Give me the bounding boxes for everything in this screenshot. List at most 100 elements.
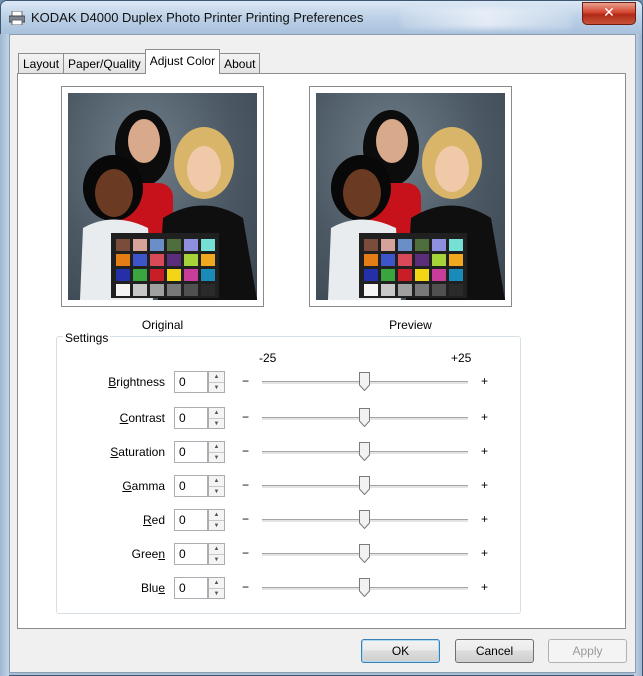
close-icon: ✕	[603, 5, 615, 21]
gamma-spinner[interactable]: ▲ ▼	[208, 475, 225, 497]
label-text-pre: Gree	[131, 547, 159, 561]
tab-layout[interactable]: Layout	[18, 53, 65, 74]
minus-label: −	[242, 478, 250, 492]
brightness-spinner[interactable]: ▲ ▼	[208, 371, 225, 393]
spin-up-icon[interactable]: ▲	[209, 442, 224, 452]
setting-row-red: Red 0 ▲ ▼ − +	[0, 509, 643, 533]
setting-label: Green	[132, 547, 165, 561]
plus-label: +	[481, 580, 489, 594]
spin-down-icon[interactable]: ▼	[209, 486, 224, 497]
scale-max-label: +25	[451, 351, 472, 365]
red-slider-thumb[interactable]	[359, 510, 370, 529]
label-accelerator: R	[142, 513, 152, 527]
saturation-value-input[interactable]: 0	[174, 441, 208, 463]
title-bar-glare	[401, 7, 571, 29]
setting-row-green: Green 0 ▲ ▼ − +	[0, 543, 643, 567]
green-slider-thumb[interactable]	[359, 544, 370, 563]
window-title: KODAK D4000 Duplex Photo Printer Printin…	[31, 10, 364, 25]
preview-image-frame	[309, 86, 512, 307]
gamma-value-input[interactable]: 0	[174, 475, 208, 497]
original-photo	[68, 93, 257, 300]
red-spinner[interactable]: ▲ ▼	[208, 509, 225, 531]
saturation-slider-thumb[interactable]	[359, 442, 370, 461]
setting-label: Blue	[141, 581, 165, 595]
cancel-button[interactable]: Cancel	[455, 639, 534, 663]
label-accelerator: G	[122, 479, 132, 493]
plus-label: +	[481, 478, 489, 492]
blue-spinner[interactable]: ▲ ▼	[208, 577, 225, 599]
original-image-frame	[61, 86, 264, 307]
green-spinner[interactable]: ▲ ▼	[208, 543, 225, 565]
preview-caption: Preview	[389, 318, 432, 332]
plus-label: +	[481, 444, 489, 458]
contrast-slider-thumb[interactable]	[359, 408, 370, 427]
minus-label: −	[242, 410, 250, 424]
blue-slider-thumb[interactable]	[359, 578, 370, 597]
label-text-post: rightness	[116, 375, 165, 389]
label-accelerator: C	[119, 411, 129, 425]
setting-label: Brightness	[108, 375, 165, 389]
minus-label: −	[242, 444, 250, 458]
spin-up-icon[interactable]: ▲	[209, 544, 224, 554]
plus-label: +	[481, 374, 489, 388]
printer-icon	[9, 11, 25, 25]
green-value-input[interactable]: 0	[174, 543, 208, 565]
spin-down-icon[interactable]: ▼	[209, 588, 224, 599]
spin-down-icon[interactable]: ▼	[209, 382, 224, 393]
title-bar[interactable]: KODAK D4000 Duplex Photo Printer Printin…	[1, 1, 642, 35]
contrast-spinner[interactable]: ▲ ▼	[208, 407, 225, 429]
settings-legend: Settings	[63, 331, 111, 345]
label-text-pre: Blu	[140, 581, 159, 595]
apply-button[interactable]: Apply	[548, 639, 627, 663]
spin-down-icon[interactable]: ▼	[209, 554, 224, 565]
plus-label: +	[481, 546, 489, 560]
setting-label: Contrast	[120, 411, 165, 425]
spin-up-icon[interactable]: ▲	[209, 476, 224, 486]
label-text-post: ontrast	[128, 411, 165, 425]
label-text-post: aturation	[118, 445, 165, 459]
blue-value-input[interactable]: 0	[174, 577, 208, 599]
setting-label: Red	[143, 513, 165, 527]
minus-label: −	[242, 546, 250, 560]
setting-row-blue: Blue 0 ▲ ▼ − +	[0, 577, 643, 601]
plus-label: +	[481, 512, 489, 526]
tab-adjust-color[interactable]: Adjust Color	[144, 49, 221, 74]
setting-row-saturation: Saturation 0 ▲ ▼ − +	[0, 441, 643, 465]
label-accelerator: n	[158, 547, 165, 561]
portrait-image	[328, 110, 505, 300]
saturation-spinner[interactable]: ▲ ▼	[208, 441, 225, 463]
portrait-image	[80, 110, 257, 300]
spin-up-icon[interactable]: ▲	[209, 578, 224, 588]
label-accelerator: e	[158, 581, 165, 595]
setting-label: Saturation	[110, 445, 165, 459]
setting-row-gamma: Gamma 0 ▲ ▼ − +	[0, 475, 643, 499]
label-text-post: ed	[151, 513, 165, 527]
setting-row-contrast: Contrast 0 ▲ ▼ − +	[0, 407, 643, 431]
scale-min-label: -25	[259, 351, 277, 365]
minus-label: −	[242, 512, 250, 526]
spin-up-icon[interactable]: ▲	[209, 408, 224, 418]
brightness-slider-thumb[interactable]	[359, 372, 370, 391]
spin-up-icon[interactable]: ▲	[209, 510, 224, 520]
label-text-post: amma	[131, 479, 165, 493]
ok-button[interactable]: OK	[361, 639, 440, 663]
preview-photo	[316, 93, 505, 300]
tab-about[interactable]: About	[219, 53, 261, 74]
spin-up-icon[interactable]: ▲	[209, 372, 224, 382]
minus-label: −	[242, 580, 250, 594]
spin-down-icon[interactable]: ▼	[209, 520, 224, 531]
tab-paper-quality[interactable]: Paper/Quality	[63, 53, 146, 74]
plus-label: +	[481, 410, 489, 424]
minus-label: −	[242, 374, 250, 388]
tab-strip: Layout Paper/Quality Adjust Color About	[18, 49, 261, 74]
setting-row-brightness: Brightness 0 ▲ ▼ − +	[0, 371, 643, 395]
contrast-value-input[interactable]: 0	[174, 407, 208, 429]
original-caption: Original	[141, 318, 184, 332]
spin-down-icon[interactable]: ▼	[209, 452, 224, 463]
gamma-slider-thumb[interactable]	[359, 476, 370, 495]
red-value-input[interactable]: 0	[174, 509, 208, 531]
spin-down-icon[interactable]: ▼	[209, 418, 224, 429]
setting-label: Gamma	[122, 479, 165, 493]
brightness-value-input[interactable]: 0	[174, 371, 208, 393]
close-button[interactable]: ✕	[582, 2, 636, 25]
